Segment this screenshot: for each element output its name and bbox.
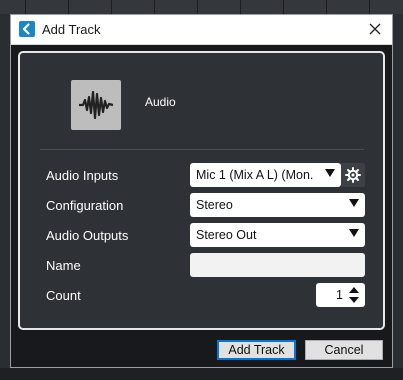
window-title: Add Track [42,22,101,37]
audio-inputs-select[interactable]: Mic 1 (Mix A L) (Mon. [190,163,341,187]
configuration-select[interactable]: Stereo [190,193,365,217]
input-settings-button[interactable] [341,163,365,187]
track-type-label: Audio [145,95,176,109]
configuration-value: Stereo [196,198,233,212]
audio-outputs-select[interactable]: Stereo Out [190,223,365,247]
name-label: Name [46,258,81,273]
chevron-down-icon [349,229,359,237]
gear-icon [345,167,361,183]
track-settings-panel: Audio Audio Inputs Mic 1 (Mix A L) (Mon.… [18,51,385,330]
count-label: Count [46,288,81,303]
stepper-up-icon[interactable] [349,287,359,293]
audio-outputs-value: Stereo Out [196,228,257,242]
count-value: 1 [336,288,343,302]
cancel-button[interactable]: Cancel [305,340,383,360]
background-track-area [0,368,403,380]
add-track-dialog: Add Track Audio Audio Inputs Mic 1 (Mix … [10,14,393,368]
name-input[interactable] [190,253,365,277]
close-button[interactable] [363,18,387,40]
cubase-logo-icon [19,21,35,37]
add-track-button[interactable]: Add Track [217,340,296,360]
close-icon [369,23,381,35]
audio-inputs-label: Audio Inputs [46,168,119,183]
count-stepper[interactable]: 1 [316,283,365,307]
audio-inputs-value: Mic 1 (Mix A L) (Mon. [196,168,314,182]
title-bar[interactable]: Add Track [11,15,392,45]
divider [40,149,364,150]
audio-outputs-label: Audio Outputs [46,228,129,243]
audio-waveform-icon[interactable] [71,80,121,130]
stepper-down-icon[interactable] [349,297,359,303]
chevron-down-icon [349,199,359,207]
configuration-label: Configuration [46,198,124,213]
background-ruler [0,0,403,14]
chevron-down-icon [325,169,335,177]
